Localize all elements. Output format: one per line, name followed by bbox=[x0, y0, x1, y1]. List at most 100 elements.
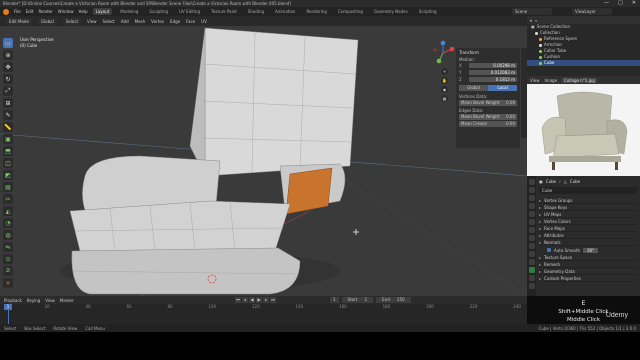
texture-tab-icon[interactable] bbox=[528, 283, 535, 289]
material-tab-icon[interactable] bbox=[528, 275, 535, 281]
menu-window[interactable]: Window bbox=[58, 9, 74, 14]
add-cube-icon[interactable]: ▣ bbox=[3, 134, 13, 144]
tab-rendering[interactable]: Rendering bbox=[303, 8, 329, 15]
particles-tab-icon[interactable] bbox=[528, 243, 535, 249]
minimize-button[interactable]: — bbox=[604, 1, 609, 6]
start-frame-field[interactable]: Start 1 bbox=[341, 297, 374, 303]
mode-dropdown[interactable]: Edit Mode bbox=[6, 17, 32, 25]
playhead[interactable] bbox=[8, 310, 9, 324]
pan-hand-icon[interactable]: ✋ bbox=[441, 77, 448, 84]
shear-icon[interactable]: ⧄ bbox=[3, 266, 13, 276]
vertex-bevel-weight-field[interactable]: Mean Bevel Weight 0.00 bbox=[459, 100, 517, 106]
inset-icon[interactable]: ◫ bbox=[3, 158, 13, 168]
tab-sculpting[interactable]: Sculpting bbox=[146, 8, 171, 15]
image-name-field[interactable]: Collage n°1.jpg bbox=[562, 77, 597, 83]
menu-mesh[interactable]: Mesh bbox=[135, 19, 146, 24]
move-icon[interactable]: ✥ bbox=[3, 62, 13, 72]
mesh-name-field[interactable]: Cube bbox=[539, 187, 637, 194]
select-box-icon[interactable]: ▭ bbox=[3, 38, 13, 48]
output-tab-icon[interactable] bbox=[528, 195, 535, 201]
smooth-icon[interactable]: ◍ bbox=[3, 230, 13, 240]
mesh-data-tab-icon[interactable] bbox=[528, 267, 535, 273]
timeline-menu-keying[interactable]: Keying bbox=[27, 298, 40, 303]
jump-end-button[interactable]: ⏭ bbox=[270, 297, 276, 303]
constraints-tab-icon[interactable] bbox=[528, 259, 535, 265]
loop-cut-icon[interactable]: ▤ bbox=[3, 182, 13, 192]
menu-vertex[interactable]: Vertex bbox=[151, 19, 164, 24]
median-z-field[interactable]: 0.1812 m bbox=[469, 76, 517, 82]
menu-face[interactable]: Face bbox=[186, 19, 195, 24]
outliner-item[interactable]: Cube bbox=[527, 60, 640, 66]
scene-tab-icon[interactable] bbox=[528, 211, 535, 217]
menu-help[interactable]: Help bbox=[78, 9, 87, 14]
end-frame-field[interactable]: End 250 bbox=[376, 297, 411, 303]
annotate-icon[interactable]: ✎ bbox=[3, 110, 13, 120]
timeline-menu-playback[interactable]: Playback bbox=[4, 298, 22, 303]
close-button[interactable]: ✕ bbox=[632, 1, 636, 6]
extrude-icon[interactable]: ⬒ bbox=[3, 146, 13, 156]
tab-texture-paint[interactable]: Texture Paint bbox=[208, 8, 240, 15]
image-menu-view[interactable]: View bbox=[530, 78, 540, 83]
edge-bevel-weight-field[interactable]: Mean Bevel Weight 0.00 bbox=[459, 114, 517, 120]
knife-icon[interactable]: ✂ bbox=[3, 194, 13, 204]
local-button[interactable]: Local bbox=[488, 85, 517, 91]
menu-uv[interactable]: UV bbox=[201, 19, 207, 24]
tool-tab-icon[interactable] bbox=[528, 179, 535, 185]
scale-icon[interactable]: ⤢ bbox=[3, 86, 13, 96]
tab-compositing[interactable]: Compositing bbox=[335, 8, 366, 15]
auto-smooth-checkbox[interactable] bbox=[547, 248, 551, 252]
image-editor[interactable]: View Image Collage n°1.jpg bbox=[527, 76, 640, 176]
cursor-icon[interactable]: ⊕ bbox=[3, 50, 13, 60]
tab-uv-editing[interactable]: UV Editing bbox=[176, 8, 203, 15]
play-button[interactable]: ▶ bbox=[256, 297, 262, 303]
tab-layout[interactable]: Layout bbox=[92, 8, 113, 15]
play-reverse-button[interactable]: ◀ bbox=[249, 297, 255, 303]
filter-icon[interactable]: ▾ bbox=[530, 18, 532, 23]
tab-modeling[interactable]: Modeling bbox=[117, 8, 141, 15]
modifier-tab-icon[interactable] bbox=[528, 235, 535, 241]
menu-render[interactable]: Render bbox=[38, 9, 52, 14]
maximize-button[interactable]: □ bbox=[618, 1, 623, 6]
orientation-dropdown[interactable]: Global bbox=[37, 17, 57, 25]
bevel-icon[interactable]: ◩ bbox=[3, 170, 13, 180]
timeline-menu-view[interactable]: View bbox=[45, 298, 55, 303]
tab-scripting[interactable]: Scripting bbox=[416, 8, 440, 15]
transform-icon[interactable]: ⊞ bbox=[3, 98, 13, 108]
image-menu-image[interactable]: Image bbox=[545, 78, 558, 83]
navigation-gizmo[interactable] bbox=[430, 40, 456, 66]
shrink-icon[interactable]: ⊙ bbox=[3, 254, 13, 264]
spin-icon[interactable]: ◔ bbox=[3, 218, 13, 228]
timeline-ruler[interactable]: 020406080100120140160180200220240 bbox=[0, 304, 527, 310]
edge-slide-icon[interactable]: ⇋ bbox=[3, 242, 13, 252]
tab-geometry-nodes[interactable]: Geometry Nodes bbox=[371, 8, 411, 15]
select-mode[interactable]: Select bbox=[62, 17, 82, 25]
timeline-menu-marker[interactable]: Marker bbox=[60, 298, 74, 303]
current-frame-field[interactable]: 1 bbox=[330, 297, 339, 303]
poly-build-icon[interactable]: ◭ bbox=[3, 206, 13, 216]
jump-start-button[interactable]: ⏮ bbox=[235, 297, 241, 303]
global-button[interactable]: Global bbox=[459, 85, 488, 91]
menu-add[interactable]: Add bbox=[121, 19, 129, 24]
properties-section[interactable]: ▸ Normals bbox=[539, 239, 637, 246]
view-layer-selector[interactable]: ViewLayer bbox=[572, 8, 612, 15]
rotate-icon[interactable]: ↻ bbox=[3, 74, 13, 84]
menu-edge[interactable]: Edge bbox=[170, 19, 180, 24]
tab-shading[interactable]: Shading bbox=[245, 8, 267, 15]
rip-icon[interactable]: ✧ bbox=[3, 278, 13, 288]
next-keyframe-button[interactable]: ▸ bbox=[263, 297, 269, 303]
physics-tab-icon[interactable] bbox=[528, 251, 535, 257]
world-tab-icon[interactable] bbox=[528, 219, 535, 225]
blender-logo-icon[interactable] bbox=[3, 8, 9, 15]
camera-icon[interactable]: ◉ bbox=[441, 86, 448, 93]
object-tab-icon[interactable] bbox=[528, 227, 535, 233]
scene-selector[interactable]: Scene bbox=[512, 8, 552, 15]
menu-file[interactable]: File bbox=[14, 9, 21, 14]
auto-smooth-angle-field[interactable]: 30° bbox=[583, 247, 599, 253]
measure-icon[interactable]: 📏 bbox=[3, 122, 13, 132]
outliner-search-icon[interactable]: ⌕ bbox=[535, 18, 537, 23]
median-x-field[interactable]: 0.00298 m bbox=[469, 62, 517, 68]
median-y-field[interactable]: 0.012083 m bbox=[469, 69, 517, 75]
menu-edit[interactable]: Edit bbox=[26, 9, 34, 14]
render-tab-icon[interactable] bbox=[528, 187, 535, 193]
view-layer-tab-icon[interactable] bbox=[528, 203, 535, 209]
